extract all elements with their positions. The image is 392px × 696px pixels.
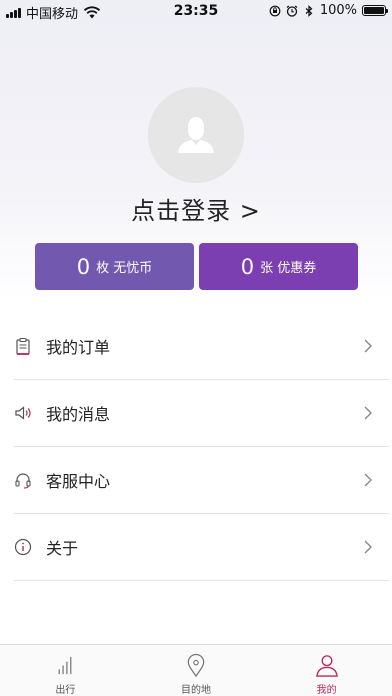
tab-travel[interactable]: 出行 — [0, 645, 131, 696]
tab-label-destination: 目的地 — [181, 685, 211, 696]
headset-icon — [15, 473, 31, 489]
coupons-count: 0 — [240, 254, 255, 279]
menu-label-orders: 我的订单 — [46, 338, 111, 357]
battery-icon — [362, 5, 388, 16]
menu-item-customer-service[interactable]: 客服中心 — [14, 447, 389, 514]
tab-label-travel: 出行 — [55, 685, 76, 696]
menu-item-orders[interactable]: 我的订单 — [14, 313, 389, 380]
chevron-right-icon — [364, 339, 372, 353]
info-icon — [14, 538, 32, 556]
bar-chart-icon — [58, 656, 72, 675]
chevron-right-icon — [364, 473, 372, 487]
coins-count: 0 — [76, 254, 91, 279]
menu-list: 我的订单 我的消息 客服中心 关于 — [0, 313, 392, 581]
tab-label-mine: 我的 — [316, 685, 337, 696]
menu-item-about[interactable]: 关于 — [14, 514, 389, 581]
menu-label-customer-service: 客服中心 — [46, 472, 111, 491]
tab-bar: 出行 目的地 我的 — [0, 644, 392, 696]
speaker-icon — [15, 406, 31, 420]
tab-mine[interactable]: 我的 — [261, 645, 392, 696]
location-pin-icon — [187, 653, 205, 678]
tab-destination[interactable]: 目的地 — [131, 645, 262, 696]
login-link[interactable]: 点击登录 > — [0, 191, 392, 226]
user-icon — [178, 117, 214, 153]
coupons-label: 张 优惠券 — [260, 261, 317, 276]
status-right: 100% — [269, 3, 388, 18]
bluetooth-icon — [305, 4, 313, 17]
coupons-card[interactable]: 0 张 优惠券 — [199, 243, 358, 290]
alarm-icon — [286, 5, 298, 17]
rotation-lock-icon — [269, 5, 281, 16]
avatar[interactable] — [148, 87, 244, 183]
my-page-screen: 中国移动 23:35 100% 点击登录 > 0 枚 无忧币 0 张 优惠券 我… — [0, 0, 392, 696]
status-bar: 中国移动 23:35 100% — [0, 0, 392, 22]
chevron-right-icon — [364, 406, 372, 420]
menu-label-about: 关于 — [46, 539, 79, 558]
coins-label: 枚 无忧币 — [96, 261, 153, 276]
coins-card[interactable]: 0 枚 无忧币 — [35, 243, 194, 290]
chevron-right-icon — [364, 540, 372, 554]
clipboard-icon — [16, 337, 30, 355]
menu-item-messages[interactable]: 我的消息 — [14, 380, 389, 447]
person-icon — [315, 655, 338, 677]
battery-percent: 100% — [319, 3, 357, 18]
menu-label-messages: 我的消息 — [46, 405, 111, 424]
